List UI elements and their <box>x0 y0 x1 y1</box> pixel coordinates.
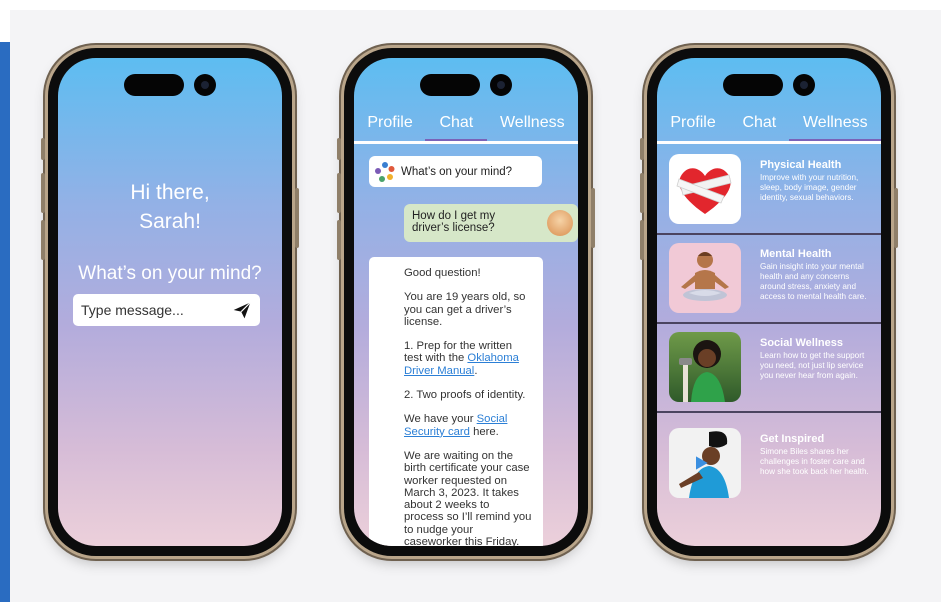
wellness-row-inspired[interactable]: Get Inspired Simone Biles shares her cha… <box>657 420 881 508</box>
heart-bandage-icon <box>676 168 732 214</box>
dynamic-island <box>124 74 216 96</box>
wellness-row-social[interactable]: Social Wellness Learn how to get the sup… <box>657 324 881 413</box>
social-wellness-title: Social Wellness <box>760 337 843 349</box>
tab-bar: Profile Chat Wellness <box>354 108 578 142</box>
tab-wellness[interactable]: Wellness <box>789 114 881 142</box>
social-wellness-text: Social Wellness Learn how to get the sup… <box>760 337 871 381</box>
mental-health-desc: Gain insight into your mental health and… <box>760 262 867 301</box>
get-inspired-thumb <box>669 428 741 498</box>
greeting-name: Sarah! <box>139 210 201 233</box>
wellness-row-mental[interactable]: Mental Health Gain insight into your men… <box>657 235 881 324</box>
send-icon[interactable] <box>232 300 252 320</box>
welcome-prompt: What’s on your mind? <box>78 263 262 284</box>
play-icon[interactable] <box>691 453 711 473</box>
welcome-screen: Hi there, Sarah! What’s on your mind? Ty… <box>58 58 282 546</box>
tab-divider <box>354 141 578 144</box>
get-inspired-title: Get Inspired <box>760 433 825 445</box>
physical-health-title: Physical Health <box>760 159 842 171</box>
tab-chat[interactable]: Chat <box>742 114 776 142</box>
user-message-bubble: How do I get my driver’s license? <box>404 204 578 242</box>
reply-p3: 1. Prep for the written test with the Ok… <box>404 340 532 377</box>
left-accent-strip <box>0 42 10 602</box>
get-inspired-text: Get Inspired Simone Biles shares her cha… <box>760 433 871 477</box>
wellness-screen: Profile Chat Wellness Physical Health Im… <box>657 58 881 546</box>
bot-reply-bubble: Good question! You are 19 years old, so … <box>369 257 543 546</box>
message-input[interactable]: Type message... <box>73 294 260 326</box>
person-photo <box>679 340 725 402</box>
dynamic-island <box>723 74 815 96</box>
mental-health-thumb <box>669 243 741 313</box>
message-placeholder: Type message... <box>81 302 184 318</box>
tab-bar: Profile Chat Wellness <box>657 108 881 142</box>
tab-chat[interactable]: Chat <box>425 114 487 142</box>
chat-screen: Profile Chat Wellness What’s on your min… <box>354 58 578 546</box>
reply-p3-end: . <box>474 364 478 377</box>
social-wellness-desc: Learn how to get the support you need, n… <box>760 351 865 380</box>
bot-reply-body: Good question! You are 19 years old, so … <box>404 267 532 546</box>
greeting-line1: Hi there, <box>130 181 210 204</box>
app-logo-icon <box>375 161 395 182</box>
phone-chat: Profile Chat Wellness What’s on your min… <box>337 48 595 556</box>
tab-wellness[interactable]: Wellness <box>500 114 565 142</box>
get-inspired-desc: Simone Biles shares her challenges in fo… <box>760 447 869 476</box>
user-message-text: How do I get my driver’s license? <box>412 210 496 234</box>
bot-prompt-bubble: What’s on your mind? <box>369 156 542 187</box>
phone-wellness: Profile Chat Wellness Physical Health Im… <box>640 48 898 556</box>
tab-profile[interactable]: Profile <box>670 114 715 142</box>
wellness-row-physical[interactable]: Physical Health Improve with your nutrit… <box>657 146 881 235</box>
reply-p5-text: We have your <box>404 413 477 426</box>
reply-p5-end: here. <box>469 425 499 438</box>
user-avatar <box>547 210 573 236</box>
physical-health-desc: Improve with your nutrition, sleep, body… <box>760 173 859 202</box>
mental-health-text: Mental Health Gain insight into your men… <box>760 248 871 302</box>
greeting: Hi there, Sarah! <box>58 178 282 236</box>
reply-p6: We are waiting on the birth certificate … <box>404 449 532 546</box>
bot-prompt-text: What’s on your mind? <box>401 165 513 178</box>
dynamic-island <box>420 74 512 96</box>
reply-p4: 2. Two proofs of identity. <box>404 389 526 402</box>
physical-health-text: Physical Health Improve with your nutrit… <box>760 159 871 203</box>
social-wellness-thumb <box>669 332 741 402</box>
phone-welcome: Hi there, Sarah! What’s on your mind? Ty… <box>41 48 299 556</box>
tab-divider <box>657 141 881 144</box>
tab-profile[interactable]: Profile <box>367 114 412 142</box>
row-divider <box>657 411 881 413</box>
mental-health-title: Mental Health <box>760 248 832 260</box>
physical-health-thumb <box>669 154 741 224</box>
meditation-icon <box>681 252 729 301</box>
reply-p2: You are 19 years old, so you can get a d… <box>404 291 526 328</box>
reply-p5: We have your Social Security card here. <box>404 413 532 438</box>
reply-p1: Good question! <box>404 267 481 279</box>
